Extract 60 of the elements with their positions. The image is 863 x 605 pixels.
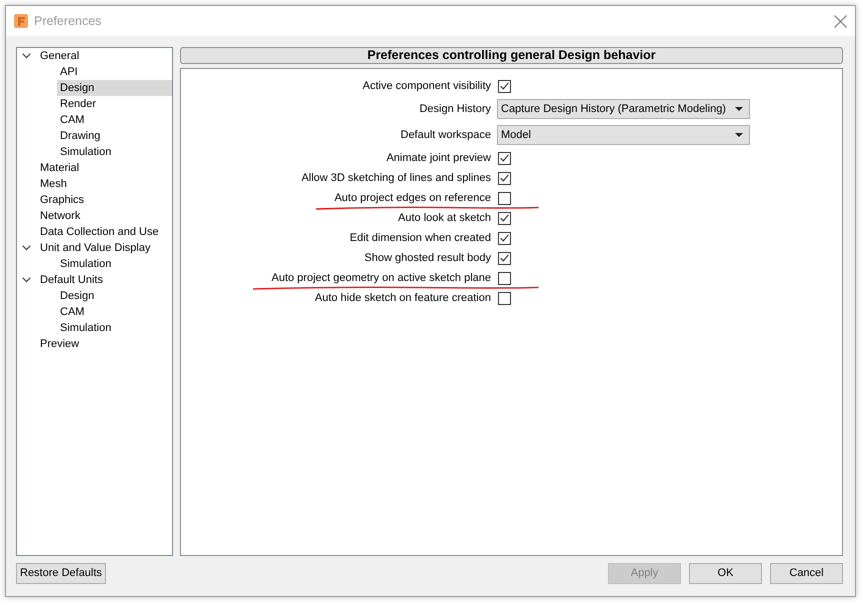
checkmark-icon <box>500 154 509 162</box>
dialog-button[interactable]: OK <box>689 563 762 584</box>
dialog-button[interactable]: Restore Defaults <box>16 563 106 584</box>
dropdown-caret-icon <box>735 107 743 111</box>
dropdown[interactable]: Capture Design History (Parametric Modeling) <box>497 99 750 119</box>
checkbox[interactable] <box>498 272 511 284</box>
tree-item[interactable]: Drawing <box>57 128 172 144</box>
checkbox[interactable] <box>498 212 511 224</box>
checkbox[interactable] <box>498 292 511 304</box>
checkbox[interactable] <box>498 80 511 92</box>
tree-item[interactable]: Simulation <box>57 320 172 336</box>
window-title: Preferences <box>34 12 102 30</box>
dialog-button[interactable]: Cancel <box>770 563 843 584</box>
tree-item[interactable]: Simulation <box>57 256 172 272</box>
option-label: Design History <box>419 102 491 117</box>
close-icon <box>834 14 846 28</box>
option-label: Allow 3D sketching of lines and splines <box>301 170 491 186</box>
checkbox[interactable] <box>498 172 511 184</box>
tree-item[interactable]: Graphics <box>17 192 172 208</box>
checkmark-icon <box>500 214 509 222</box>
option-label: Auto look at sketch <box>398 210 491 226</box>
tree-item[interactable]: Network <box>17 208 172 224</box>
option-label: Auto project edges on reference <box>334 190 491 206</box>
tree-item[interactable]: Unit and Value Display <box>17 240 172 256</box>
option-label: Show ghosted result body <box>364 250 491 266</box>
option-label: Default workspace <box>400 128 491 143</box>
tree-item[interactable]: Preview <box>17 336 172 352</box>
tree-item[interactable]: Default Units <box>17 272 172 288</box>
option-label: Animate joint preview <box>386 150 491 166</box>
option-label: Edit dimension when created <box>350 230 491 246</box>
checkbox[interactable] <box>498 192 511 204</box>
checkbox[interactable] <box>498 152 511 164</box>
close-button[interactable] <box>832 13 848 29</box>
tree-item[interactable]: CAM <box>57 112 172 128</box>
checkmark-icon <box>500 82 509 90</box>
panel-header: Preferences controlling general Design behavior <box>180 47 843 64</box>
chevron-down-icon <box>22 245 31 251</box>
checkbox[interactable] <box>498 252 511 264</box>
tree-item[interactable]: Design <box>57 288 172 304</box>
checkmark-icon <box>500 174 509 182</box>
tree-item[interactable]: General <box>17 48 172 64</box>
tree-item[interactable]: Design <box>57 80 172 96</box>
chevron-down-icon <box>22 277 31 283</box>
option-label: Auto project geometry on active sketch plane <box>271 270 491 286</box>
tree-item[interactable]: CAM <box>57 304 172 320</box>
checkbox[interactable] <box>498 232 511 244</box>
dropdown[interactable]: Model <box>497 125 750 145</box>
app-logo-icon <box>14 14 28 28</box>
tree-item[interactable]: Simulation <box>57 144 172 160</box>
dropdown-caret-icon <box>735 133 743 137</box>
tree-item[interactable]: Mesh <box>17 176 172 192</box>
option-label: Auto hide sketch on feature creation <box>314 290 491 306</box>
chevron-down-icon <box>22 53 31 59</box>
checkmark-icon <box>500 254 509 262</box>
tree-item[interactable]: Data Collection and Use <box>17 224 172 240</box>
checkmark-icon <box>500 234 509 242</box>
tree-item[interactable]: Material <box>17 160 172 176</box>
tree-item[interactable]: Render <box>57 96 172 112</box>
option-label: Active component visibility <box>362 78 491 94</box>
tree-item[interactable]: API <box>57 64 172 80</box>
